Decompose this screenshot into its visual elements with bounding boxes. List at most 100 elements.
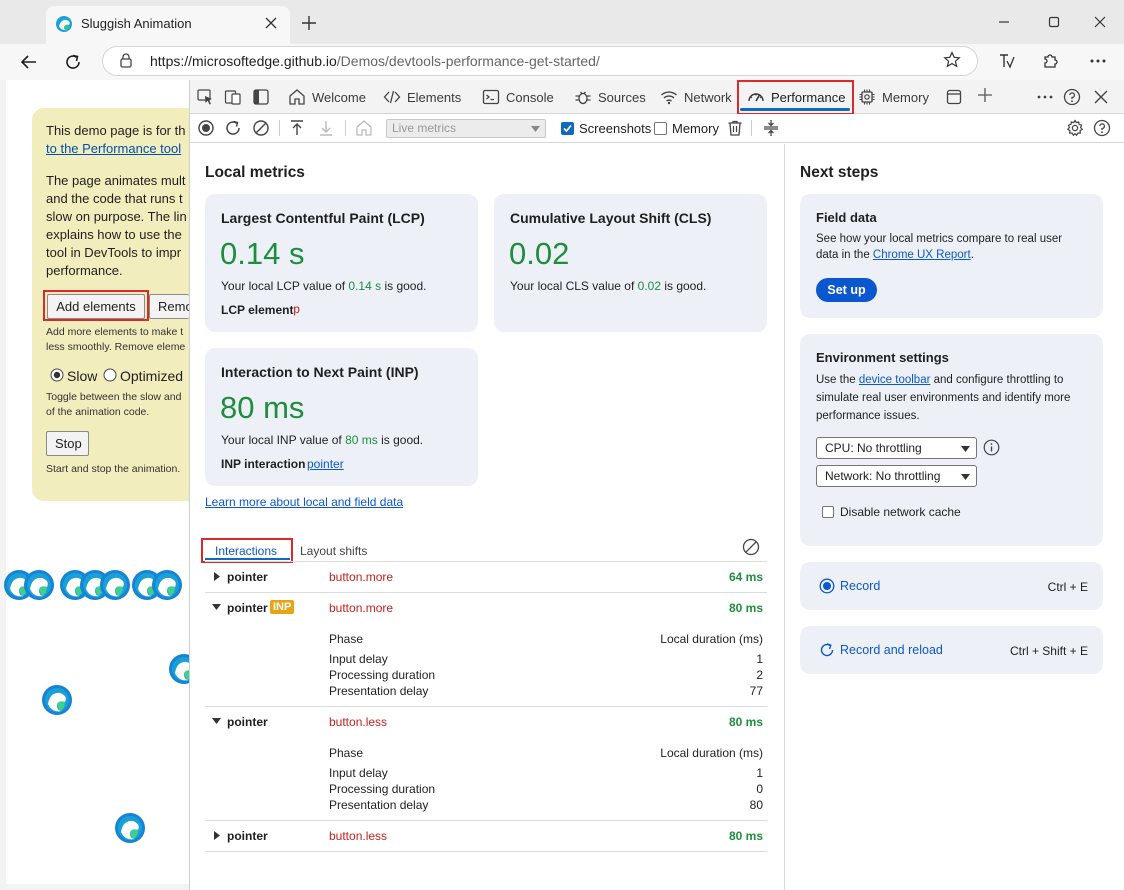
memory-label: Memory [672, 121, 719, 136]
record-icon[interactable] [197, 119, 215, 137]
lcp-value: 0.14 s [220, 236, 305, 271]
chevron-down-icon [961, 446, 970, 452]
tab-network[interactable]: Network [660, 81, 732, 113]
back-arrow-icon[interactable] [18, 51, 40, 73]
trash-icon[interactable] [726, 119, 744, 137]
env-title: Environment settings [816, 350, 949, 365]
dock-panel-icon[interactable] [252, 88, 270, 106]
phase-value: 0 [756, 782, 763, 796]
tab-sources[interactable]: Sources [574, 81, 646, 113]
more-menu-icon[interactable] [1088, 51, 1108, 71]
cpu-throttling-select[interactable]: CPU: No throttling [816, 437, 977, 459]
record-icon [819, 578, 835, 594]
network-throttling-select[interactable]: Network: No throttling [816, 465, 977, 487]
phase-value: 2 [756, 668, 763, 682]
tab-close-icon[interactable] [262, 14, 280, 32]
stop-help-text: Start and stop the animation. [46, 463, 181, 475]
lcp-summary: Your local LCP value of 0.14 s is good. [221, 279, 427, 293]
toggle-help-text: Toggle between the slow and of the anima… [46, 391, 182, 418]
screenshots-checkbox[interactable] [561, 122, 574, 135]
tab-elements[interactable]: Elements [383, 81, 461, 113]
radio-optimized[interactable] [103, 368, 117, 382]
learn-more-link[interactable]: Learn more about local and field data [205, 495, 403, 509]
upload-icon[interactable] [288, 119, 306, 137]
url-text: https://microsoftedge.github.io/Demos/de… [150, 53, 600, 69]
inp-title: Interaction to Next Paint (INP) [221, 364, 419, 380]
lock-icon[interactable] [118, 52, 134, 68]
lcp-title: Largest Contentful Paint (LCP) [221, 210, 425, 226]
record-label: Record [840, 579, 881, 593]
edge-logo-icon [152, 570, 182, 600]
toolbar-divider [279, 120, 280, 136]
download-icon[interactable] [317, 119, 335, 137]
interaction-row[interactable] [205, 562, 767, 592]
intro-link[interactable]: to the Performance tool [46, 141, 181, 156]
add-elements-button[interactable]: Add elements [47, 294, 145, 319]
add-help-text: Add more elements to make t less smoothl… [46, 326, 186, 353]
chrome-ux-report-link[interactable]: Chrome UX Report [873, 249, 971, 261]
interaction-target: button.more [329, 570, 394, 584]
new-tab-icon[interactable] [300, 14, 318, 32]
collapse-triangle-icon[interactable] [212, 603, 221, 611]
read-aloud-icon[interactable] [997, 51, 1017, 71]
clear-icon[interactable] [252, 119, 270, 137]
interaction-time: 80 ms [728, 601, 763, 615]
radio-slow[interactable] [50, 368, 64, 382]
disable-cache-checkbox[interactable] [822, 506, 834, 518]
settings-gear-icon[interactable] [1066, 119, 1084, 137]
expand-triangle-icon[interactable] [213, 831, 221, 840]
help-icon[interactable] [1063, 88, 1081, 106]
lcp-element-label: LCP element [221, 303, 294, 317]
info-icon[interactable] [983, 439, 1000, 456]
window-close-icon[interactable] [1090, 12, 1110, 32]
maximize-icon[interactable] [1044, 12, 1064, 32]
interactions-tab-indicator [205, 558, 290, 560]
performance-gauge-icon [747, 88, 765, 106]
memory-checkbox[interactable] [654, 122, 667, 135]
field-data-title: Field data [816, 210, 877, 225]
clear-interactions-icon[interactable] [742, 538, 760, 556]
tab-interactions[interactable]: Interactions [215, 544, 277, 558]
close-devtools-icon[interactable] [1092, 88, 1110, 106]
extensions-icon[interactable] [1040, 51, 1060, 71]
tab-layout-shifts[interactable]: Layout shifts [300, 544, 367, 558]
inp-value: 80 ms [220, 390, 305, 425]
cls-value: 0.02 [509, 236, 570, 271]
favorite-star-icon[interactable] [942, 50, 962, 70]
field-data-text2: data in the Chrome UX Report. [816, 249, 974, 261]
stop-button[interactable]: Stop [46, 431, 89, 456]
live-metrics-select[interactable]: Live metrics [386, 119, 546, 138]
tab-memory[interactable]: Memory [858, 81, 929, 113]
memory-chip-icon [858, 88, 876, 106]
intro-text: This demo page is for th to the Performa… [46, 123, 186, 156]
tab-welcome[interactable]: Welcome [288, 81, 366, 113]
lcp-element-tag[interactable]: p [293, 303, 300, 317]
inp-interaction-link[interactable]: pointer [307, 457, 344, 471]
interaction-row[interactable] [205, 821, 767, 851]
tab-title: Sluggish Animation [81, 16, 192, 31]
interaction-row[interactable] [205, 707, 767, 819]
minimize-icon[interactable] [994, 12, 1014, 32]
add-tab-plus-icon[interactable] [976, 86, 994, 104]
edge-logo-icon [115, 813, 145, 843]
more-tools-icon[interactable] [1036, 88, 1054, 106]
reload-icon[interactable] [62, 51, 84, 73]
inp-interaction-label: INP interaction [221, 457, 306, 471]
tab-console[interactable]: Console [482, 81, 554, 113]
home-icon[interactable] [355, 119, 373, 137]
remove-elements-button[interactable]: Remo [149, 294, 189, 319]
help-icon[interactable] [1093, 119, 1111, 137]
expand-triangle-icon[interactable] [213, 572, 221, 581]
collapse-icon[interactable] [762, 119, 780, 137]
cls-summary: Your local CLS value of 0.02 is good. [510, 279, 707, 293]
device-emulation-icon[interactable] [224, 88, 242, 106]
device-toolbar-link[interactable]: device toolbar [859, 374, 931, 386]
reload-record-icon[interactable] [224, 119, 242, 137]
window-panel-icon[interactable] [945, 88, 963, 106]
record-shortcut: Ctrl + E [1047, 580, 1088, 594]
phase-value: 77 [749, 684, 763, 698]
set-up-button[interactable]: Set up [816, 278, 877, 302]
interaction-time: 64 ms [728, 570, 763, 584]
collapse-triangle-icon[interactable] [212, 717, 221, 725]
inspect-icon[interactable] [196, 88, 214, 106]
